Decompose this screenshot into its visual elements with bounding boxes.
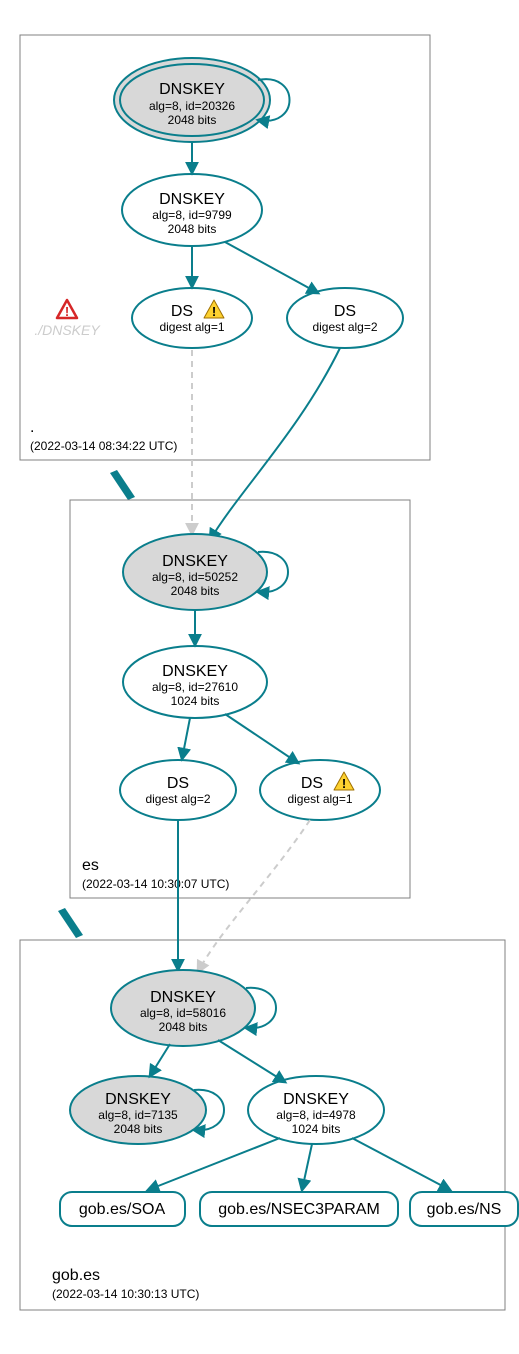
node-es-zsk-line3: 1024 bits bbox=[171, 694, 220, 708]
edge-gob-zsk-to-soa bbox=[148, 1138, 280, 1190]
edge-gob-ksk-to-zsk bbox=[218, 1040, 285, 1082]
node-gob-ksk-line3: 2048 bits bbox=[159, 1020, 208, 1034]
node-root-ds2-line2: digest alg=2 bbox=[312, 320, 377, 334]
node-es-zsk: DNSKEY alg=8, id=27610 1024 bits bbox=[123, 646, 267, 718]
node-gob-zsk: DNSKEY alg=8, id=4978 1024 bits bbox=[248, 1076, 384, 1144]
node-es-ksk-line2: alg=8, id=50252 bbox=[152, 570, 238, 584]
node-gob-ksk: DNSKEY alg=8, id=58016 2048 bits bbox=[111, 970, 255, 1046]
node-root-ds1-line2: digest alg=1 bbox=[159, 320, 224, 334]
zone-root-label: . bbox=[30, 419, 34, 436]
node-gob-ksk-title: DNSKEY bbox=[150, 989, 216, 1006]
node-root-zsk: DNSKEY alg=8, id=9799 2048 bits bbox=[122, 174, 262, 246]
node-gob-k2-title: DNSKEY bbox=[105, 1091, 171, 1108]
node-root-ds2-title: DS bbox=[334, 303, 356, 320]
node-gob-soa: gob.es/SOA bbox=[60, 1192, 185, 1226]
node-root-ksk-line3: 2048 bits bbox=[168, 113, 217, 127]
edge-gob-zsk-to-nsec bbox=[302, 1144, 312, 1190]
node-es-ds1-title: DS bbox=[301, 775, 323, 792]
edge-gob-zsk-to-ns bbox=[352, 1138, 450, 1190]
node-es-ds2-line2: digest alg=2 bbox=[145, 792, 210, 806]
zone-gob-label: gob.es bbox=[52, 1267, 100, 1284]
edge-es-zsk-to-ds1 bbox=[225, 714, 298, 763]
edge-es-ds1-to-gob-ksk bbox=[198, 820, 310, 972]
node-es-ds2: DS digest alg=2 bbox=[120, 760, 236, 820]
node-es-ksk: DNSKEY alg=8, id=50252 2048 bits bbox=[123, 534, 267, 610]
node-root-zsk-line3: 2048 bits bbox=[168, 222, 217, 236]
node-gob-nsec-label: gob.es/NSEC3PARAM bbox=[218, 1201, 380, 1218]
node-gob-ns-label: gob.es/NS bbox=[427, 1201, 502, 1218]
node-es-ds1: DS digest alg=1 bbox=[260, 760, 380, 820]
node-root-ds2: DS digest alg=2 bbox=[287, 288, 403, 348]
node-gob-ksk-line2: alg=8, id=58016 bbox=[140, 1006, 226, 1020]
delegation-arrow-es-to-gob bbox=[58, 908, 83, 938]
edge-root-zsk-to-ds2 bbox=[225, 242, 318, 293]
edge-gob-ksk-to-k2 bbox=[150, 1044, 170, 1076]
node-root-ksk-title: DNSKEY bbox=[159, 81, 225, 98]
node-gob-zsk-line3: 1024 bits bbox=[292, 1122, 341, 1136]
node-root-ds1-title: DS bbox=[171, 303, 193, 320]
node-gob-k2-line2: alg=8, id=7135 bbox=[98, 1108, 178, 1122]
node-root-ksk: DNSKEY alg=8, id=20326 2048 bits bbox=[114, 58, 270, 142]
node-es-ksk-line3: 2048 bits bbox=[171, 584, 220, 598]
edge-root-ds2-to-es-ksk bbox=[210, 348, 340, 540]
edge-es-zsk-to-ds2 bbox=[182, 718, 190, 759]
node-root-missing-label: ./DNSKEY bbox=[34, 322, 101, 338]
node-gob-k2-line3: 2048 bits bbox=[114, 1122, 163, 1136]
error-icon bbox=[57, 300, 77, 319]
node-root-ds1: DS digest alg=1 bbox=[132, 288, 252, 348]
zone-gob-timestamp: (2022-03-14 10:30:13 UTC) bbox=[52, 1287, 199, 1301]
node-root-missing: ./DNSKEY bbox=[34, 300, 101, 338]
node-es-zsk-line2: alg=8, id=27610 bbox=[152, 680, 238, 694]
node-es-ksk-title: DNSKEY bbox=[162, 553, 228, 570]
node-root-zsk-line2: alg=8, id=9799 bbox=[152, 208, 232, 222]
node-gob-k2: DNSKEY alg=8, id=7135 2048 bits bbox=[70, 1076, 206, 1144]
node-es-ds1-line2: digest alg=1 bbox=[287, 792, 352, 806]
node-gob-zsk-line2: alg=8, id=4978 bbox=[276, 1108, 356, 1122]
node-es-ds2-title: DS bbox=[167, 775, 189, 792]
zone-es-label: es bbox=[82, 857, 99, 874]
node-root-ksk-line2: alg=8, id=20326 bbox=[149, 99, 235, 113]
delegation-arrow-root-to-es bbox=[110, 470, 135, 500]
zone-es-timestamp: (2022-03-14 10:30:07 UTC) bbox=[82, 877, 229, 891]
node-root-zsk-title: DNSKEY bbox=[159, 191, 225, 208]
node-gob-nsec: gob.es/NSEC3PARAM bbox=[200, 1192, 398, 1226]
node-gob-soa-label: gob.es/SOA bbox=[79, 1201, 166, 1218]
node-gob-ns: gob.es/NS bbox=[410, 1192, 518, 1226]
node-es-zsk-title: DNSKEY bbox=[162, 663, 228, 680]
zone-root-timestamp: (2022-03-14 08:34:22 UTC) bbox=[30, 439, 177, 453]
node-gob-zsk-title: DNSKEY bbox=[283, 1091, 349, 1108]
